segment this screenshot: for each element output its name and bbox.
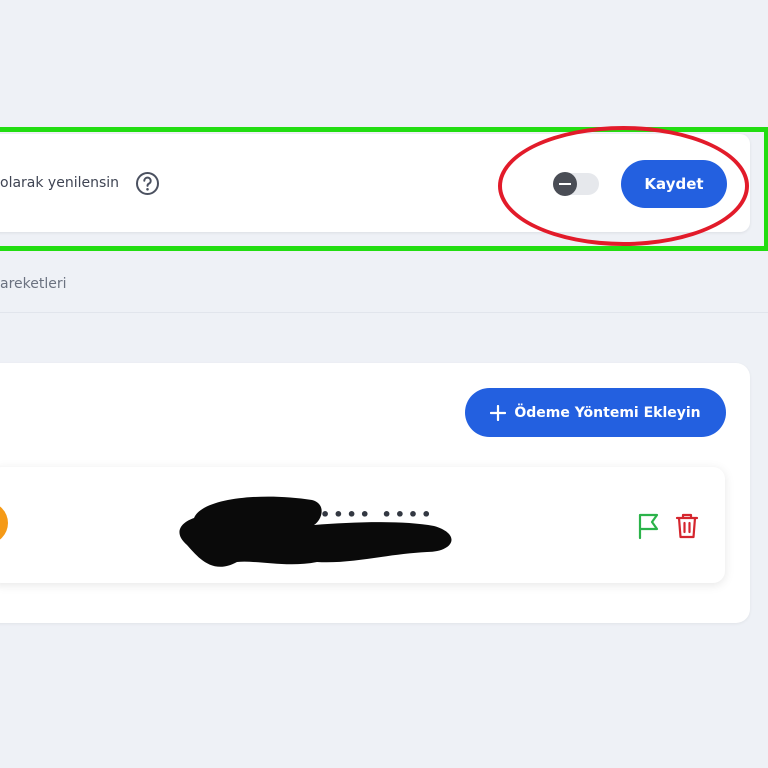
add-payment-method-button[interactable]: Ödeme Yöntemi Ekleyin [465,388,726,437]
add-payment-method-label: Ödeme Yöntemi Ekleyin [514,404,701,421]
divider [0,312,768,313]
plus-icon [490,404,507,421]
redaction-scribble [179,496,452,567]
flag-icon[interactable] [636,512,662,540]
highlight-ellipse [498,126,749,246]
trash-icon[interactable] [674,512,700,540]
tab-transactions[interactable]: areketleri [0,276,67,292]
